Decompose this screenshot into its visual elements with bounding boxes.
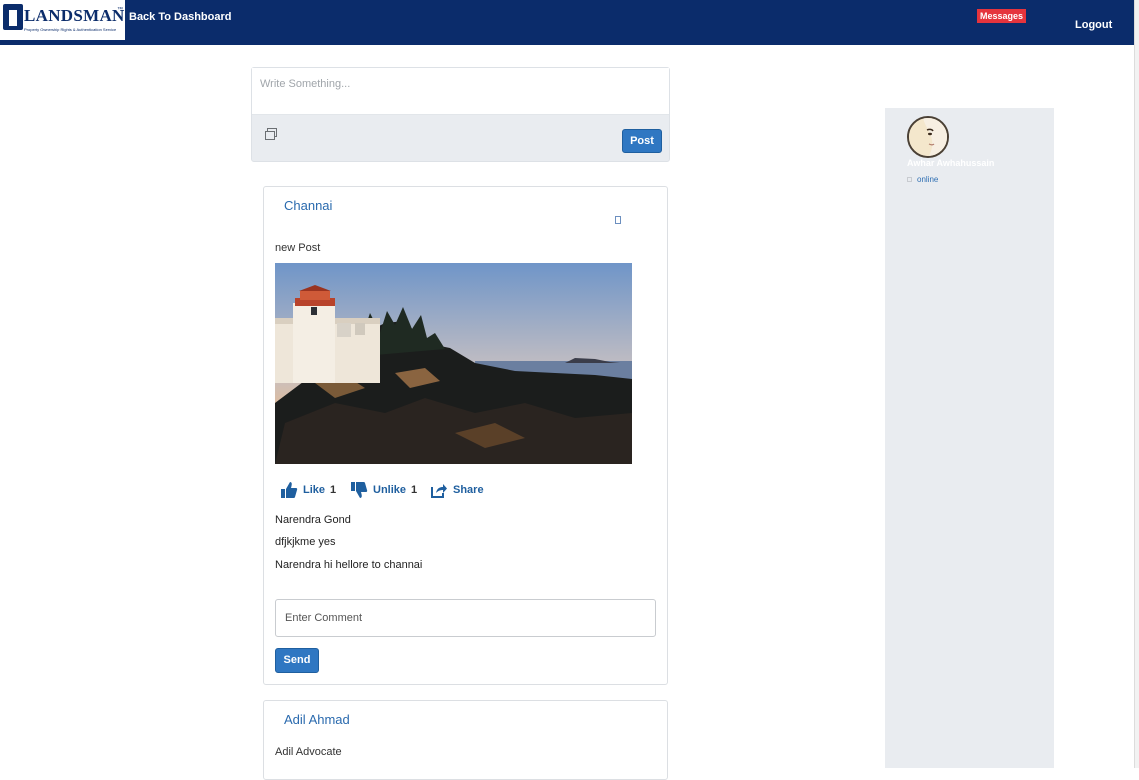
post-card: Channai new Post Like 1 Unlike 1 Share N… — [263, 186, 668, 685]
logo-brand-text: LANDSMAN — [24, 6, 125, 25]
messages-badge[interactable]: Messages — [977, 9, 1027, 23]
thumbs-down-icon — [351, 482, 368, 498]
online-status: online — [907, 175, 938, 184]
post-actions: Like 1 Unlike 1 Share — [280, 480, 580, 500]
like-count: 1 — [330, 484, 337, 496]
logo-mark-icon — [3, 4, 23, 30]
post-author[interactable]: Adil Ahmad — [284, 712, 350, 727]
comment-input[interactable]: Enter Comment — [275, 599, 656, 637]
status-dot-icon — [907, 177, 912, 182]
image-icon[interactable] — [265, 128, 277, 140]
post-options-icon[interactable] — [615, 216, 621, 224]
logo-tagline: Property Ownership Rights & Authenticati… — [24, 27, 117, 32]
share-button[interactable]: Share — [430, 480, 484, 500]
post-author[interactable]: Channai — [284, 198, 332, 213]
post-text: Adil Advocate — [275, 746, 342, 758]
user-avatar-image — [909, 118, 947, 156]
share-icon — [431, 484, 447, 498]
unlike-count: 1 — [411, 484, 418, 496]
comment-item: dfjkjkme yes — [275, 536, 336, 548]
comment-item: Narendra hi hellore to channai — [275, 559, 423, 571]
unlike-button[interactable]: Unlike 1 — [350, 480, 417, 500]
status-label: online — [917, 175, 939, 184]
post-text: new Post — [275, 242, 321, 254]
top-navbar: LANDSMAN ™ Property Ownership Rights & A… — [0, 0, 1134, 45]
post-textarea[interactable]: Write Something... — [252, 68, 669, 115]
online-users-sidebar: Awhar Awhahussain online — [885, 108, 1054, 768]
landsman-logo[interactable]: LANDSMAN ™ Property Ownership Rights & A… — [0, 0, 125, 40]
avatar[interactable] — [907, 116, 949, 158]
lighthouse-photo — [275, 263, 632, 464]
thumbs-up-icon — [281, 482, 298, 498]
unlike-label: Unlike — [373, 484, 407, 496]
send-button[interactable]: Send — [275, 648, 319, 673]
post-image[interactable] — [275, 263, 632, 464]
post-button[interactable]: Post — [622, 129, 662, 153]
user-name[interactable]: Awhar Awhahussain — [907, 158, 994, 168]
window-scrollbar[interactable] — [1134, 0, 1139, 768]
post-composer: Write Something... Post — [251, 67, 670, 162]
logout-link[interactable]: Logout — [1075, 19, 1112, 31]
logo-trademark: ™ — [117, 7, 123, 13]
back-to-dashboard-link[interactable]: Back To Dashboard — [129, 11, 232, 23]
like-button[interactable]: Like 1 — [280, 480, 336, 500]
comment-item: Narendra Gond — [275, 514, 351, 526]
post-card: Adil Ahmad Adil Advocate — [263, 700, 668, 780]
like-label: Like — [303, 484, 326, 496]
share-label: Share — [453, 484, 484, 496]
